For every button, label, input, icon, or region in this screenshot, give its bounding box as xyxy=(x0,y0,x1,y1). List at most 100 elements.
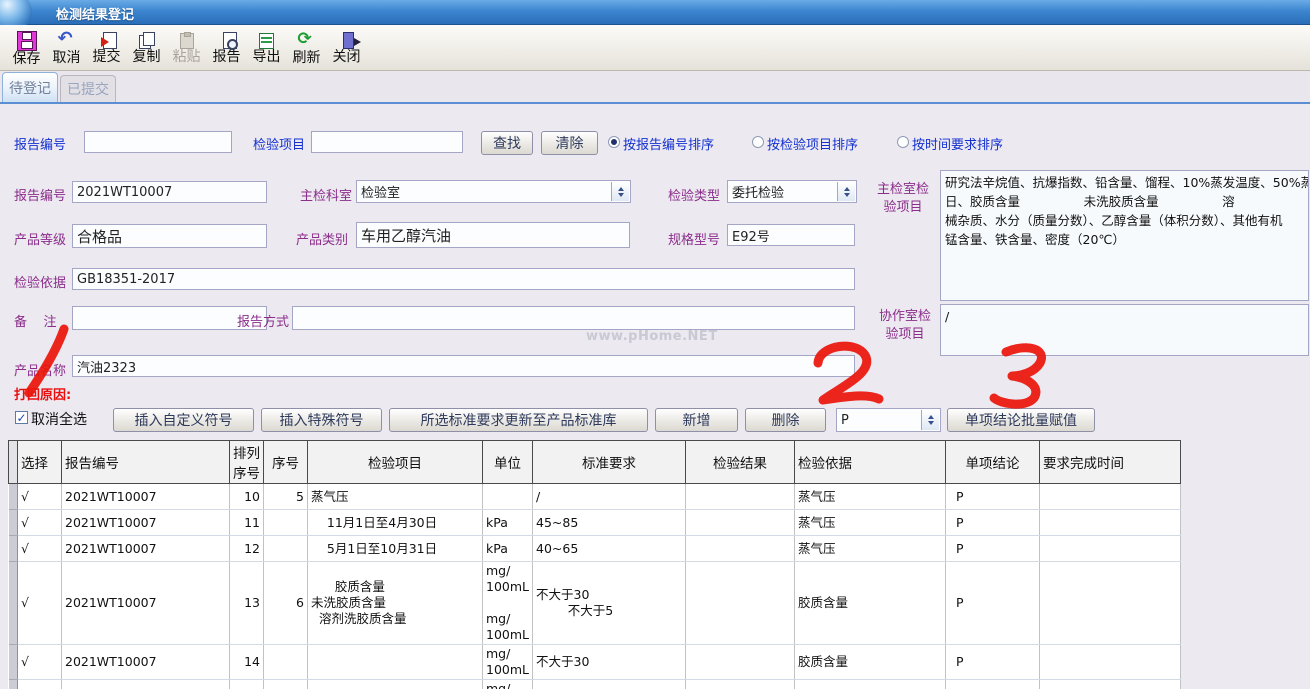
cell-select[interactable]: √ xyxy=(18,536,62,562)
close-button[interactable]: 关闭 xyxy=(327,27,366,71)
paste-button[interactable]: 粘贴 xyxy=(167,27,206,71)
add-button[interactable]: 新增 xyxy=(655,408,738,432)
update-standard-button[interactable]: 所选标准要求更新至产品标准库 xyxy=(389,408,648,432)
col-result[interactable]: 检验结果 xyxy=(686,441,795,484)
inspect-type-select[interactable]: 委托检验 xyxy=(727,180,857,203)
copy-button[interactable]: 复制 xyxy=(127,27,166,71)
cell-report-no[interactable]: 2021WT10007 xyxy=(62,510,230,536)
col-item[interactable]: 检验项目 xyxy=(308,441,483,484)
cell-item[interactable]: 5月1日至10月31日 xyxy=(308,536,483,562)
cell-select[interactable]: √ xyxy=(18,645,62,680)
cell-order-no[interactable]: 11 xyxy=(230,510,264,536)
cell-basis[interactable]: 胶质含量 xyxy=(795,645,946,680)
cell-result[interactable] xyxy=(686,562,795,645)
cell-report-no[interactable]: 2021WT10007 xyxy=(62,562,230,645)
product-name-field[interactable]: 汽油2323 xyxy=(72,355,855,377)
combo-spinner-icon[interactable] xyxy=(837,182,855,201)
col-select[interactable]: 选择 xyxy=(18,441,62,484)
submit-button[interactable]: 提交 xyxy=(87,27,126,71)
cell-result[interactable] xyxy=(686,645,795,680)
cell-standard[interactable]: 40~65 xyxy=(533,536,686,562)
report-no-field[interactable]: 2021WT10007 xyxy=(72,181,267,203)
cell-select[interactable]: √ xyxy=(18,510,62,536)
main-items-textarea[interactable]: 研究法辛烷值、抗爆指数、铅含量、馏程、10%蒸发温度、50%蒸 日、胶质含量 未… xyxy=(940,170,1309,301)
col-standard[interactable]: 标准要求 xyxy=(533,441,686,484)
cell-unit[interactable]: mg/ 100mL mg/ 100mL xyxy=(483,562,533,645)
cell-result[interactable] xyxy=(686,510,795,536)
cell-conclusion[interactable]: P xyxy=(946,645,1040,680)
cell-conclusion[interactable]: P xyxy=(946,680,1040,689)
select-all-checkbox[interactable]: ✓ xyxy=(15,411,28,424)
cell-report-no[interactable]: 2021WT10007 xyxy=(62,680,230,689)
export-button[interactable]: 导出 xyxy=(247,27,286,71)
cell-report-no[interactable]: 2021WT10007 xyxy=(62,645,230,680)
cell-due-time[interactable] xyxy=(1040,536,1181,562)
cell-basis[interactable]: 蒸气压 xyxy=(795,536,946,562)
combo-spinner-icon[interactable] xyxy=(611,182,629,201)
col-basis[interactable]: 检验依据 xyxy=(795,441,946,484)
cell-result[interactable] xyxy=(686,484,795,510)
cell-standard[interactable]: 不大于5 xyxy=(533,680,686,689)
cell-seq-no[interactable]: 5 xyxy=(264,484,308,510)
cell-basis[interactable]: 胶质含量 xyxy=(795,562,946,645)
cell-result[interactable] xyxy=(686,680,795,689)
report-mode-field[interactable] xyxy=(292,306,855,330)
conclusion-select[interactable]: P xyxy=(836,408,941,432)
refresh-button[interactable]: 刷新 xyxy=(287,27,326,71)
cell-seq-no[interactable]: 6 xyxy=(264,562,308,645)
cell-standard[interactable]: 不大于30 xyxy=(533,645,686,680)
cell-standard[interactable]: 不大于30 不大于5 xyxy=(533,562,686,645)
cell-order-no[interactable]: 12 xyxy=(230,536,264,562)
cell-due-time[interactable] xyxy=(1040,510,1181,536)
cell-due-time[interactable] xyxy=(1040,680,1181,689)
cell-due-time[interactable] xyxy=(1040,562,1181,645)
cell-seq-no[interactable] xyxy=(264,536,308,562)
main-dept-select[interactable]: 检验室 xyxy=(356,180,631,203)
cell-seq-no[interactable] xyxy=(264,645,308,680)
col-order-no[interactable]: 排列 序号 xyxy=(230,441,264,484)
spec-field[interactable]: E92号 xyxy=(727,224,855,246)
save-button[interactable]: 保存 xyxy=(7,27,46,71)
cell-unit[interactable]: kPa xyxy=(483,536,533,562)
cell-conclusion[interactable]: P xyxy=(946,562,1040,645)
radio-sort-item[interactable] xyxy=(752,136,764,148)
cell-order-no[interactable]: 13 xyxy=(230,562,264,645)
combo-spinner-icon[interactable] xyxy=(921,410,939,430)
cell-seq-no[interactable] xyxy=(264,510,308,536)
radio-sort-time[interactable] xyxy=(897,136,909,148)
col-report-no[interactable]: 报告编号 xyxy=(62,441,230,484)
search-item-input[interactable] xyxy=(311,131,463,153)
cell-item[interactable]: 11月1日至4月30日 xyxy=(308,510,483,536)
cell-due-time[interactable] xyxy=(1040,645,1181,680)
cell-conclusion[interactable]: P xyxy=(946,510,1040,536)
cell-select[interactable]: √ xyxy=(18,562,62,645)
col-seq-no[interactable]: 序号 xyxy=(264,441,308,484)
cell-item[interactable]: 蒸气压 xyxy=(308,484,483,510)
cell-unit[interactable]: mg/ 100mL xyxy=(483,680,533,689)
cell-standard[interactable]: / xyxy=(533,484,686,510)
delete-button[interactable]: 删除 xyxy=(745,408,826,432)
col-conclusion[interactable]: 单项结论 xyxy=(946,441,1040,484)
cell-unit[interactable]: kPa xyxy=(483,510,533,536)
cell-due-time[interactable] xyxy=(1040,484,1181,510)
tab-pending[interactable]: 待登记 xyxy=(2,72,58,102)
cell-unit[interactable]: mg/ 100mL xyxy=(483,645,533,680)
col-due-time[interactable]: 要求完成时间 xyxy=(1040,441,1181,484)
cell-basis[interactable]: 蒸气压 xyxy=(795,484,946,510)
basis-field[interactable]: GB18351-2017 xyxy=(72,268,855,290)
cell-report-no[interactable]: 2021WT10007 xyxy=(62,484,230,510)
cell-order-no[interactable]: 14 xyxy=(230,645,264,680)
cell-seq-no[interactable] xyxy=(264,680,308,689)
cell-result[interactable] xyxy=(686,536,795,562)
cell-item[interactable] xyxy=(308,645,483,680)
cell-basis[interactable]: 胶质含量 xyxy=(795,680,946,689)
report-button[interactable]: 报告 xyxy=(207,27,246,71)
clear-button[interactable]: 清除 xyxy=(541,131,598,155)
cell-standard[interactable]: 45~85 xyxy=(533,510,686,536)
col-unit[interactable]: 单位 xyxy=(483,441,533,484)
tab-submitted[interactable]: 已提交 xyxy=(60,75,116,102)
insert-special-symbol-button[interactable]: 插入特殊符号 xyxy=(261,408,382,432)
cell-select[interactable]: √ xyxy=(18,680,62,689)
cell-conclusion[interactable]: P xyxy=(946,484,1040,510)
cell-select[interactable]: √ xyxy=(18,484,62,510)
